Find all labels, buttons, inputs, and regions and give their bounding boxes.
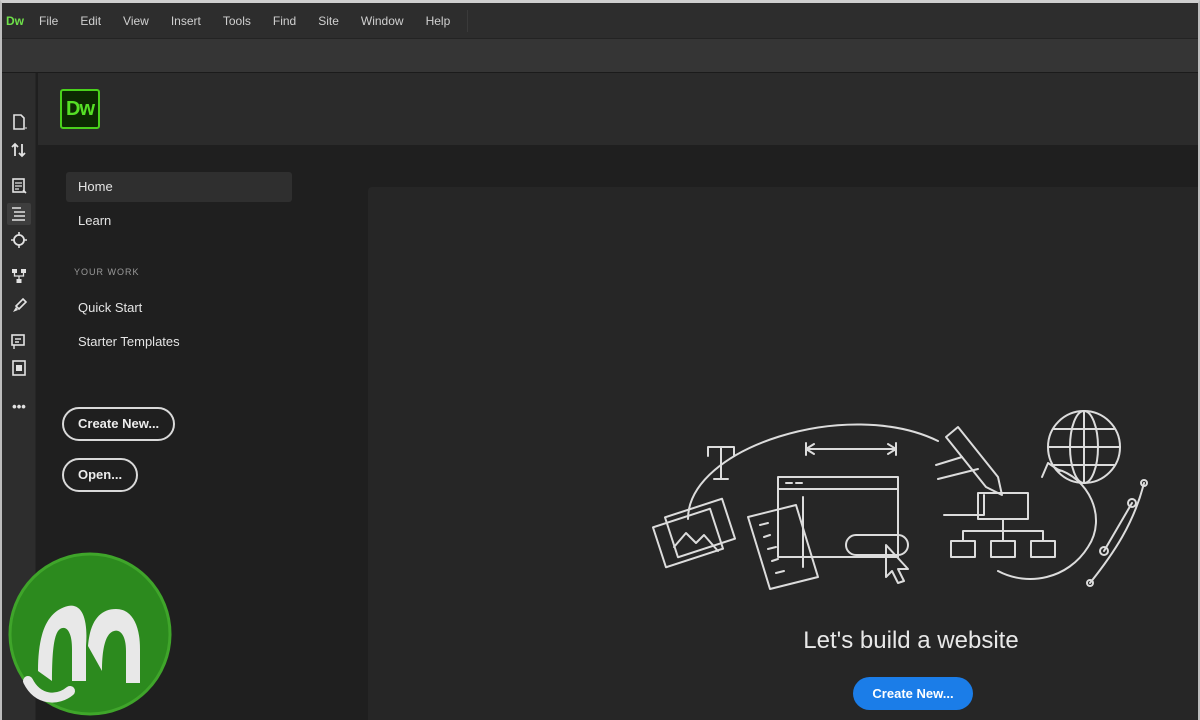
menu-help[interactable]: Help [415, 3, 462, 39]
menu-site[interactable]: Site [307, 3, 350, 39]
menu-edit[interactable]: Edit [69, 3, 112, 39]
hero-create-new-button[interactable]: Create New... [853, 677, 973, 710]
section-your-work-label: YOUR WORK [74, 267, 140, 277]
file-transfer-icon[interactable] [7, 139, 31, 161]
open-button[interactable]: Open... [62, 458, 139, 492]
menu-window[interactable]: Window [350, 3, 415, 39]
nav-quick-start[interactable]: Quick Start [66, 293, 292, 323]
structure-icon[interactable] [7, 265, 31, 287]
menu-find[interactable]: Find [262, 3, 307, 39]
live-view-icon[interactable] [7, 229, 31, 251]
menu-view[interactable]: View [112, 3, 160, 39]
nav-home[interactable]: Home [66, 172, 292, 202]
nav-starter-templates[interactable]: Starter Templates [66, 327, 292, 357]
channel-watermark-logo [8, 552, 172, 716]
files-panel-icon[interactable] [7, 203, 31, 225]
dreamweaver-logo: Dw [60, 89, 100, 129]
more-icon[interactable]: ••• [7, 395, 31, 417]
start-header: Dw [38, 73, 1198, 145]
app-icon: Dw [6, 13, 24, 28]
create-new-button[interactable]: Create New... [62, 407, 176, 441]
options-bar [2, 39, 1198, 73]
dreamweaver-window: Dw File Edit View Insert Tools Find Site… [0, 0, 1200, 720]
website-illustration [651, 410, 1148, 590]
menu-file[interactable]: File [28, 3, 69, 39]
hero-panel: Let's build a website Create New... [368, 187, 1198, 720]
brush-icon[interactable] [7, 295, 31, 317]
code-panel-icon[interactable] [7, 331, 31, 353]
menu-insert[interactable]: Insert [160, 3, 212, 39]
assets-icon[interactable] [7, 357, 31, 379]
nav-learn[interactable]: Learn [66, 206, 292, 236]
menu-tools[interactable]: Tools [212, 3, 262, 39]
new-document-icon[interactable] [7, 111, 31, 133]
document-icon[interactable] [7, 175, 31, 197]
menu-divider [467, 9, 469, 32]
menu-bar: Dw File Edit View Insert Tools Find Site… [2, 3, 1198, 39]
start-screen: Dw Home Learn YOUR WORK Quick Start Star… [38, 73, 1198, 720]
hero-tagline: Let's build a website [803, 627, 1019, 654]
